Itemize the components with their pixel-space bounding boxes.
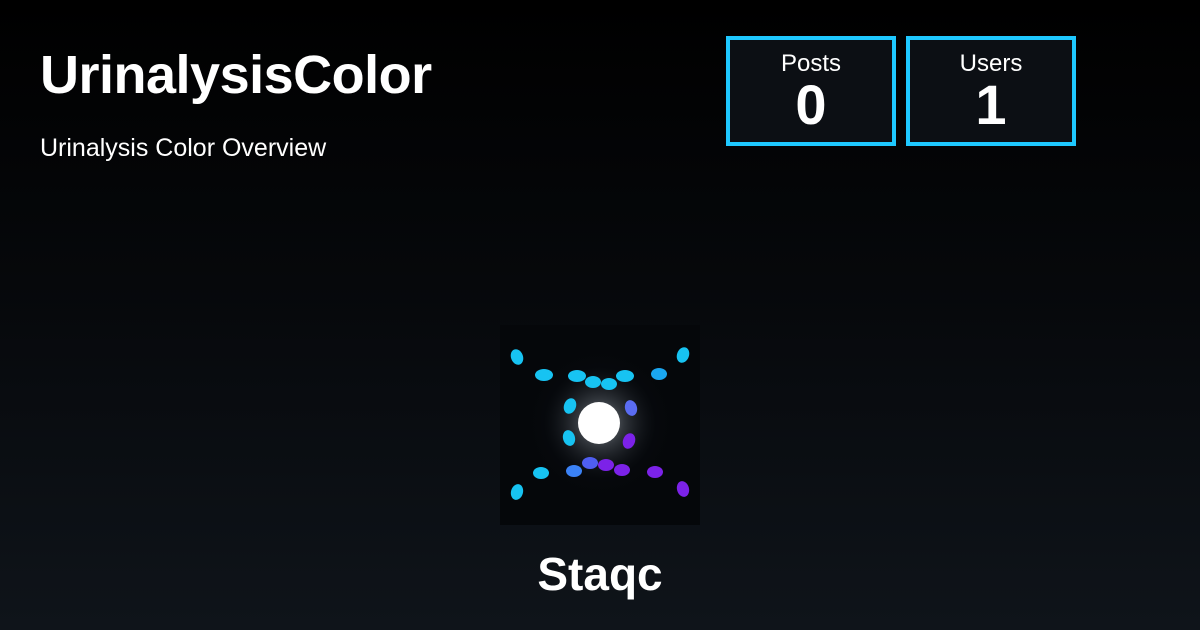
users-stat-card: Users 1 xyxy=(906,36,1076,146)
particle-burst-logo-icon xyxy=(500,325,700,525)
posts-stat-value: 0 xyxy=(795,73,827,136)
posts-stat-card: Posts 0 xyxy=(726,36,896,146)
users-stat-value: 1 xyxy=(975,73,1007,136)
site-subtitle: Urinalysis Color Overview xyxy=(40,134,327,162)
user-name: Staqc xyxy=(537,548,663,600)
site-title: UrinalysisColor xyxy=(40,45,432,105)
